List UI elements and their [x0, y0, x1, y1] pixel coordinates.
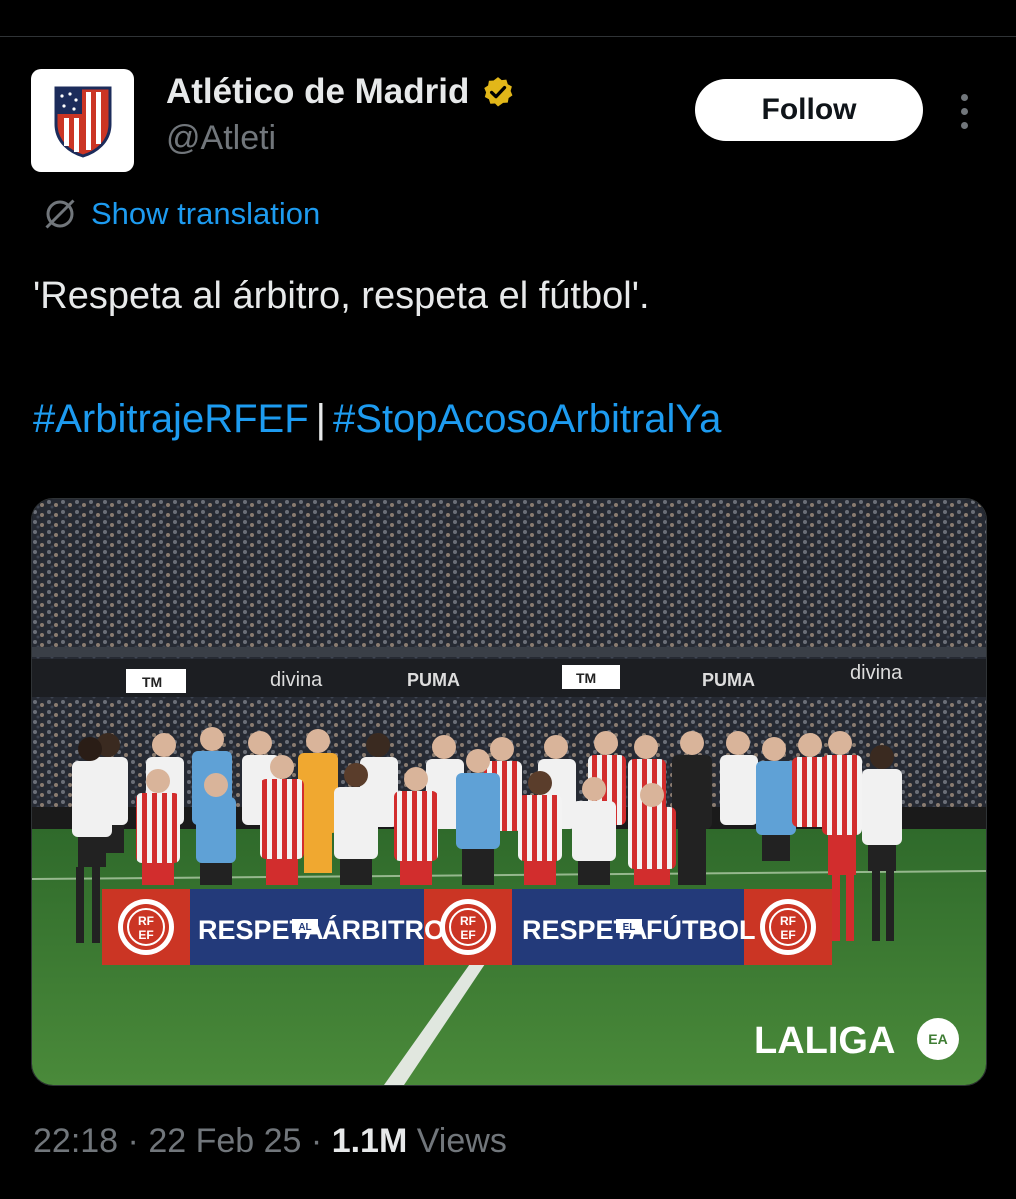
meta-dot: · [127, 1122, 139, 1160]
more-dot [960, 121, 968, 129]
tweet-time[interactable]: 22:18 [33, 1122, 118, 1160]
show-translation-label: Show translation [91, 196, 321, 231]
translate-globe-icon [45, 199, 75, 229]
more-dot [960, 93, 968, 101]
rfef-logo-text: RF [460, 914, 476, 928]
banner-text: FÚTBOL [646, 914, 755, 945]
banner-small-text: AL [298, 922, 311, 933]
name-row: Atlético de Madrid [166, 72, 515, 112]
rfef-logo-text: EF [460, 928, 475, 942]
rfef-logo-text: RF [780, 914, 796, 928]
ad-board-text: TM [142, 674, 162, 690]
rfef-logo-text: EF [138, 928, 153, 942]
follow-button[interactable]: Follow [695, 79, 923, 141]
rfef-logo: RF EF [440, 899, 496, 955]
respeta-banner: RF EF RF EF RF EF RESPETA AL ÁRBITRO RES… [102, 889, 832, 965]
hashtag-separator: | [315, 397, 327, 441]
rfef-logo-text: RF [138, 914, 154, 928]
top-divider [0, 36, 1016, 37]
tweet-media-photo[interactable]: divina PUMA PUMA divina TM TM RF EF RF E… [31, 498, 987, 1086]
show-translation-link[interactable]: Show translation [42, 196, 320, 232]
views-label: Views [416, 1122, 507, 1160]
tweet-date[interactable]: 22 Feb 25 [148, 1122, 301, 1160]
meta-dot: · [310, 1122, 323, 1160]
hashtags-row: #ArbitrajeRFEF | #StopAcosoArbitralYa [33, 397, 721, 442]
more-dot [960, 107, 968, 115]
atletico-crest-logo [54, 86, 111, 158]
hashtag-link[interactable]: #ArbitrajeRFEF [33, 397, 309, 441]
rfef-logo: RF EF [760, 899, 816, 955]
ad-board-text: PUMA [407, 670, 460, 690]
more-icon[interactable] [944, 88, 984, 134]
hashtag-link[interactable]: #StopAcosoArbitralYa [333, 397, 721, 441]
banner-small-text: EL [623, 922, 636, 933]
laliga-watermark: LALIGA [754, 1020, 895, 1062]
views-count: 1.1M [331, 1122, 408, 1160]
ea-sports-badge-text: EA [928, 1031, 947, 1047]
verified-badge-icon [484, 77, 513, 107]
rfef-logo-text: EF [780, 928, 795, 942]
tweet-text: 'Respeta al árbitro, respeta el fútbol'. [33, 275, 650, 317]
tweet-meta: 22:18 · 22 Feb 25 · 1.1M Views [33, 1122, 507, 1161]
rfef-logo: RF EF [118, 899, 174, 955]
display-name[interactable]: Atlético de Madrid [166, 72, 469, 112]
ad-board-text: TM [576, 670, 596, 686]
ad-board-text: divina [270, 669, 323, 691]
banner-text: ÁRBITRO [322, 914, 445, 945]
avatar[interactable] [31, 69, 134, 172]
ad-board-text: PUMA [702, 670, 755, 690]
handle[interactable]: @Atleti [166, 119, 276, 158]
team-photo-image: divina PUMA PUMA divina TM TM RF EF RF E… [32, 499, 986, 1085]
ad-board-text: divina [850, 662, 903, 684]
